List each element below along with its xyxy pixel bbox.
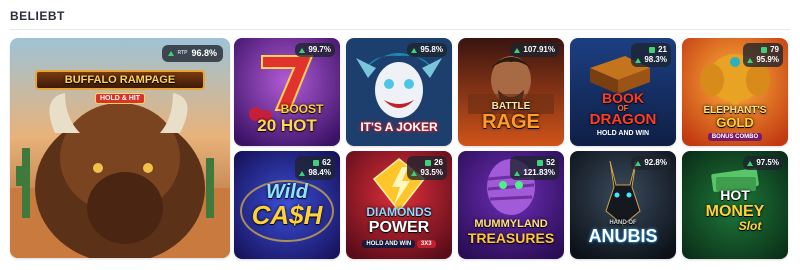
trend-up-icon	[747, 160, 754, 166]
stats-badge: 26 93.5%	[407, 156, 447, 180]
rtp-label: RTP	[177, 50, 188, 56]
game-title: IT'S A JOKER	[360, 120, 438, 134]
trend-up-icon	[514, 170, 521, 176]
trend-up-icon	[747, 57, 754, 63]
rtp-value: 121.83%	[523, 168, 555, 177]
stats-badge: 21 98.3%	[631, 43, 671, 67]
game-tile-wild-cash[interactable]: Wild CA$H 62 98.4%	[234, 151, 340, 259]
rtp-value: 96.8%	[191, 48, 217, 58]
game-subtitle: HOLD AND WIN	[362, 240, 416, 248]
trend-up-icon	[635, 57, 642, 63]
rtp-value: 95.8%	[420, 45, 443, 54]
players-icon	[313, 160, 320, 166]
players-icon	[649, 47, 656, 53]
game-tile-book-of-dragon[interactable]: BOOK OF DRAGON HOLD AND WIN 21 98.3%	[570, 38, 676, 146]
game-tile-buffalo-rampage[interactable]: BUFFALO RAMPAGE HOLD & HIT RTP 96.8%	[10, 38, 230, 258]
players-icon	[537, 160, 544, 166]
game-tile-diamonds-power[interactable]: DIAMONDS POWER HOLD AND WIN 3X3 26 93.5%	[346, 151, 452, 259]
game-subtitle: HOLD & HIT	[94, 93, 146, 104]
game-title-line1: HOT	[720, 187, 750, 203]
rtp-value: 92.8%	[644, 158, 667, 167]
game-title-line2: GOLD	[716, 115, 754, 130]
rtp-value: 98.3%	[644, 55, 667, 64]
trend-up-icon	[299, 170, 306, 176]
player-count: 26	[434, 158, 443, 167]
rtp-badge: 97.5%	[743, 156, 783, 170]
trend-up-icon	[411, 47, 418, 53]
stats-badge: 52 121.83%	[510, 156, 559, 180]
game-subtitle: BONUS COMBO	[707, 133, 763, 141]
rtp-badge: RTP 96.8%	[162, 45, 223, 62]
rtp-badge: 107.91%	[510, 43, 559, 57]
game-tile-its-a-joker[interactable]: IT'S A JOKER 95.8%	[346, 38, 452, 146]
game-title: BUFFALO RAMPAGE	[64, 74, 176, 86]
player-count: 62	[322, 158, 331, 167]
rtp-value: 99.7%	[308, 45, 331, 54]
players-icon	[761, 47, 768, 53]
section-title: BELIEBT	[10, 9, 65, 23]
rtp-value: 95.9%	[756, 55, 779, 64]
game-title-line1: BOOST	[280, 102, 324, 116]
game-tile-battle-rage[interactable]: BATTLE RAGE 107.91%	[458, 38, 564, 146]
trend-up-icon	[299, 47, 306, 53]
rtp-value: 107.91%	[523, 45, 555, 54]
game-title-line2: ANUBIS	[588, 226, 658, 246]
game-title-line1: DIAMONDS	[366, 205, 432, 219]
players-icon	[425, 160, 432, 166]
game-tile-hand-of-anubis[interactable]: HAND OF ANUBIS 92.8%	[570, 151, 676, 259]
rtp-badge: 95.8%	[407, 43, 447, 57]
game-logo-banner: BUFFALO RAMPAGE HOLD & HIT	[35, 64, 205, 112]
trend-up-icon	[168, 51, 175, 56]
game-title-line3: DRAGON	[589, 111, 657, 128]
trend-up-icon	[411, 170, 418, 176]
game-title-line2: CA$H	[251, 200, 323, 230]
rtp-value: 97.5%	[756, 158, 779, 167]
player-count: 79	[770, 45, 779, 54]
rtp-value: 93.5%	[420, 168, 443, 177]
game-grid-size: 3X3	[416, 240, 436, 248]
game-title-line2: POWER	[368, 219, 430, 236]
trend-up-icon	[635, 160, 642, 166]
divider	[10, 29, 790, 30]
rtp-badge: 99.7%	[295, 43, 335, 57]
game-title-line2: 20 HOT	[257, 116, 317, 135]
game-title-line1: MUMMYLAND	[474, 218, 548, 230]
rtp-badge: 92.8%	[631, 156, 671, 170]
game-title-line3: Slot	[738, 219, 762, 233]
game-title-line2: MONEY	[705, 203, 765, 220]
stats-badge: 79 95.9%	[743, 43, 783, 67]
player-count: 52	[546, 158, 555, 167]
rtp-value: 98.4%	[308, 168, 331, 177]
game-tile-20-boost-hot[interactable]: BOOST 20 HOT 99.7%	[234, 38, 340, 146]
player-count: 21	[658, 45, 667, 54]
game-tile-hot-money-slot[interactable]: HOT MONEY Slot 97.5%	[682, 151, 788, 259]
game-title-line2: TREASURES	[467, 230, 555, 246]
game-tile-mummyland-treasures[interactable]: MUMMYLAND TREASURES 52 121.83%	[458, 151, 564, 259]
trend-up-icon	[514, 47, 521, 53]
game-tile-elephants-gold[interactable]: ELEPHANT'S GOLD BONUS COMBO 79 95.9%	[682, 38, 788, 146]
game-title-line2: RAGE	[482, 111, 540, 133]
game-subtitle: HOLD AND WIN	[596, 130, 650, 137]
stats-badge: 62 98.4%	[295, 156, 335, 180]
